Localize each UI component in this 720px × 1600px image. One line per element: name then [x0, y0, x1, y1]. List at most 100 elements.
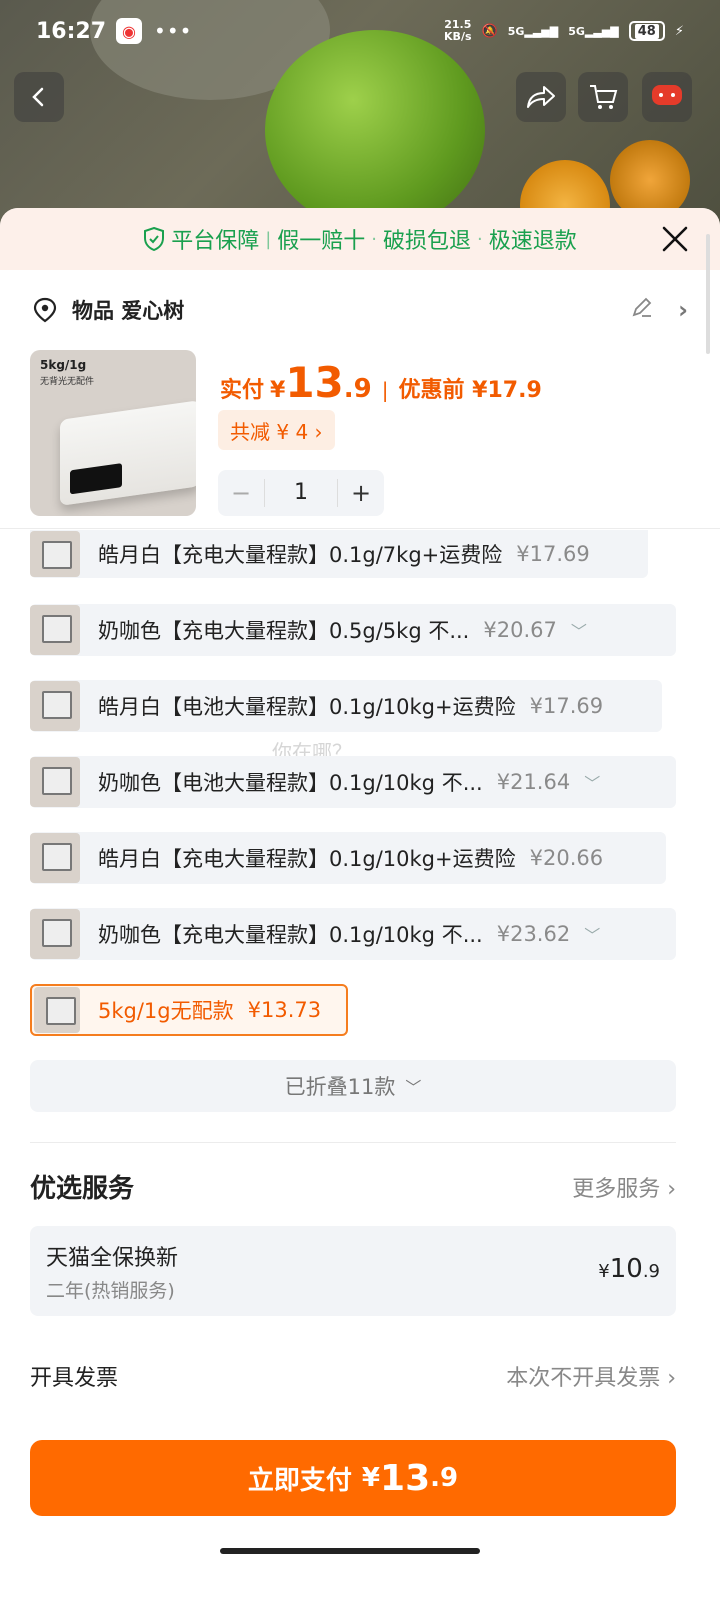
- discount-badge[interactable]: 共减 ¥ 4 ›: [218, 410, 335, 450]
- back-button[interactable]: [14, 72, 64, 122]
- sku-price: ¥21.64: [496, 770, 571, 794]
- sku-thumbnail: [30, 909, 80, 959]
- close-button[interactable]: [656, 220, 694, 258]
- price-divider: |: [381, 378, 389, 402]
- status-bar: 16:27 ◉ ••• 21.5 KB/s 🔕 5G▂▃▅▇ 5G▂▃▅▇ 48…: [0, 0, 720, 62]
- close-icon: [662, 226, 688, 252]
- product-summary: 5kg/1g 无背光无配件 实付 ¥ 13 .9 | 优惠前 ¥17.9 共减 …: [0, 350, 720, 528]
- guarantee-item: 假一赔十: [277, 229, 366, 254]
- quantity-value[interactable]: 1: [264, 479, 338, 507]
- sku-name: 皓月白【充电大量程款】0.1g/10kg+运费险: [98, 847, 516, 871]
- guarantee-banner: 平台保障 | 假一赔十 · 破损包退 · 极速退款: [0, 208, 720, 270]
- sku-option[interactable]: 奶咖色【电池大量程款】0.1g/10kg 不... ¥21.64 ﹀: [30, 756, 676, 808]
- location-pin-icon: [33, 297, 57, 323]
- kitchen-scale-image: [60, 400, 196, 506]
- pay-button-dec: .9: [430, 1463, 459, 1493]
- chevron-down-icon[interactable]: ﹀: [571, 618, 587, 642]
- charging-icon: ⚡: [674, 23, 684, 39]
- clock: 16:27: [36, 18, 107, 44]
- more-services-link[interactable]: 更多服务 ›: [572, 1171, 676, 1203]
- service-header: 优选服务 更多服务 ›: [30, 1168, 676, 1205]
- invoice-value: 本次不开具发票 ›: [506, 1366, 676, 1391]
- checkout-sheet: 平台保障 | 假一赔十 · 破损包退 · 极速退款 物品 爱心树 › 5kg/1…: [0, 208, 720, 1600]
- sku-thumbnail: [30, 605, 80, 655]
- guarantee-item: 破损包退: [383, 229, 472, 254]
- sku-thumbnail: [30, 757, 80, 807]
- service-price-symbol: ¥: [598, 1261, 610, 1282]
- message-icon: [652, 85, 682, 105]
- separator: ·: [371, 228, 378, 250]
- sku-option[interactable]: 皓月白【电池大量程款】0.1g/10kg+运费险 ¥17.69: [30, 680, 662, 732]
- pay-label: 实付: [220, 378, 265, 403]
- decrease-button[interactable]: −: [218, 479, 264, 507]
- sku-option[interactable]: 奶咖色【充电大量程款】0.5g/5kg 不... ¥20.67 ﹀: [30, 604, 676, 656]
- pay-now-button[interactable]: 立即支付 ¥ 13 .9: [30, 1440, 676, 1516]
- battery-level: 48: [634, 23, 659, 39]
- folded-options-button[interactable]: 已折叠11款 ﹀: [30, 1060, 676, 1112]
- status-icons: 21.5 KB/s 🔕 5G▂▃▅▇ 5G▂▃▅▇ 48 ⚡: [444, 19, 684, 43]
- address-text: 物品 爱心树: [72, 299, 185, 323]
- service-price: ¥10.9: [598, 1254, 660, 1284]
- home-indicator[interactable]: [220, 1548, 480, 1554]
- sku-thumbnail: [30, 681, 80, 731]
- sku-option[interactable]: 皓月白【充电大量程款】0.1g/7kg+运费险 ¥17.69: [30, 530, 648, 578]
- scale-display: [70, 463, 122, 495]
- sku-price: ¥17.69: [516, 542, 590, 566]
- pay-button-label: 立即支付: [247, 1465, 352, 1496]
- pay-button-symbol: ¥: [361, 1463, 381, 1493]
- thumbnail-subtitle: 无背光无配件: [40, 377, 95, 387]
- mute-bell-icon: 🔕: [481, 23, 498, 39]
- signal-label: 5G: [507, 24, 525, 38]
- sku-option[interactable]: 奶咖色【充电大量程款】0.1g/10kg 不... ¥23.62 ﹀: [30, 908, 676, 960]
- signal-icon: 5G▂▃▅▇: [568, 24, 619, 38]
- sku-thumbnail: [30, 531, 80, 577]
- pay-amount-int: 13: [285, 358, 344, 407]
- share-icon: [527, 86, 555, 108]
- address-row[interactable]: 物品 爱心树 ›: [0, 270, 720, 350]
- chevron-down-icon: ﹀: [405, 1078, 422, 1097]
- divider: [0, 528, 720, 529]
- more-notifications-icon: •••: [154, 19, 193, 43]
- sku-price: ¥20.66: [529, 846, 604, 870]
- scrollbar[interactable]: [706, 234, 710, 354]
- sku-price: ¥13.73: [247, 998, 322, 1022]
- currency-symbol: ¥: [270, 378, 286, 403]
- service-card[interactable]: 天猫全保换新 二年(热销服务) ¥10.9: [30, 1226, 676, 1316]
- sku-price: ¥20.67: [483, 618, 557, 642]
- pay-button-int: 13: [380, 1457, 431, 1499]
- quantity-stepper: − 1 +: [218, 470, 384, 516]
- sku-option[interactable]: 皓月白【充电大量程款】0.1g/10kg+运费险 ¥20.66: [30, 832, 666, 884]
- sku-name: 皓月白【电池大量程款】0.1g/10kg+运费险: [98, 695, 516, 719]
- price-line: 实付 ¥ 13 .9 | 优惠前 ¥17.9: [220, 358, 542, 407]
- product-thumbnail[interactable]: 5kg/1g 无背光无配件: [30, 350, 196, 516]
- sku-name: 5kg/1g无配款: [98, 999, 234, 1023]
- message-button[interactable]: [642, 72, 692, 122]
- cart-icon: [590, 85, 618, 109]
- edit-address-icon[interactable]: [630, 295, 654, 325]
- guarantee-item: 极速退款: [488, 229, 577, 254]
- guarantee-label: 平台保障: [171, 229, 260, 254]
- sku-name: 皓月白【充电大量程款】0.1g/7kg+运费险: [98, 543, 503, 567]
- increase-button[interactable]: +: [338, 479, 384, 507]
- sku-price: ¥23.62: [496, 922, 571, 946]
- service-price-dec: .9: [642, 1261, 660, 1282]
- network-speed: 21.5 KB/s: [444, 19, 471, 43]
- chevron-down-icon[interactable]: ﹀: [584, 770, 600, 794]
- pay-amount-dec: .9: [343, 374, 372, 404]
- signal-label: 5G: [568, 24, 585, 38]
- chevron-down-icon[interactable]: ﹀: [584, 922, 600, 946]
- service-subtitle: 二年(热销服务): [46, 1280, 175, 1302]
- back-arrow-icon: [32, 87, 44, 107]
- sku-option-selected[interactable]: 5kg/1g无配款 ¥13.73: [30, 984, 348, 1036]
- folded-label: 已折叠11款: [284, 1075, 396, 1099]
- cart-button[interactable]: [578, 72, 628, 122]
- pencil-icon: [632, 297, 652, 317]
- sku-name: 奶咖色【充电大量程款】0.5g/5kg 不...: [98, 619, 470, 643]
- share-button[interactable]: [516, 72, 566, 122]
- chevron-right-icon[interactable]: ›: [678, 296, 688, 324]
- signal-icon: 5G▂▃▅▇: [507, 24, 559, 38]
- network-speed-unit: KB/s: [444, 30, 472, 43]
- invoice-row[interactable]: 开具发票 本次不开具发票 ›: [30, 1360, 676, 1392]
- separator: |: [265, 228, 272, 250]
- sku-name: 奶咖色【电池大量程款】0.1g/10kg 不...: [98, 771, 483, 795]
